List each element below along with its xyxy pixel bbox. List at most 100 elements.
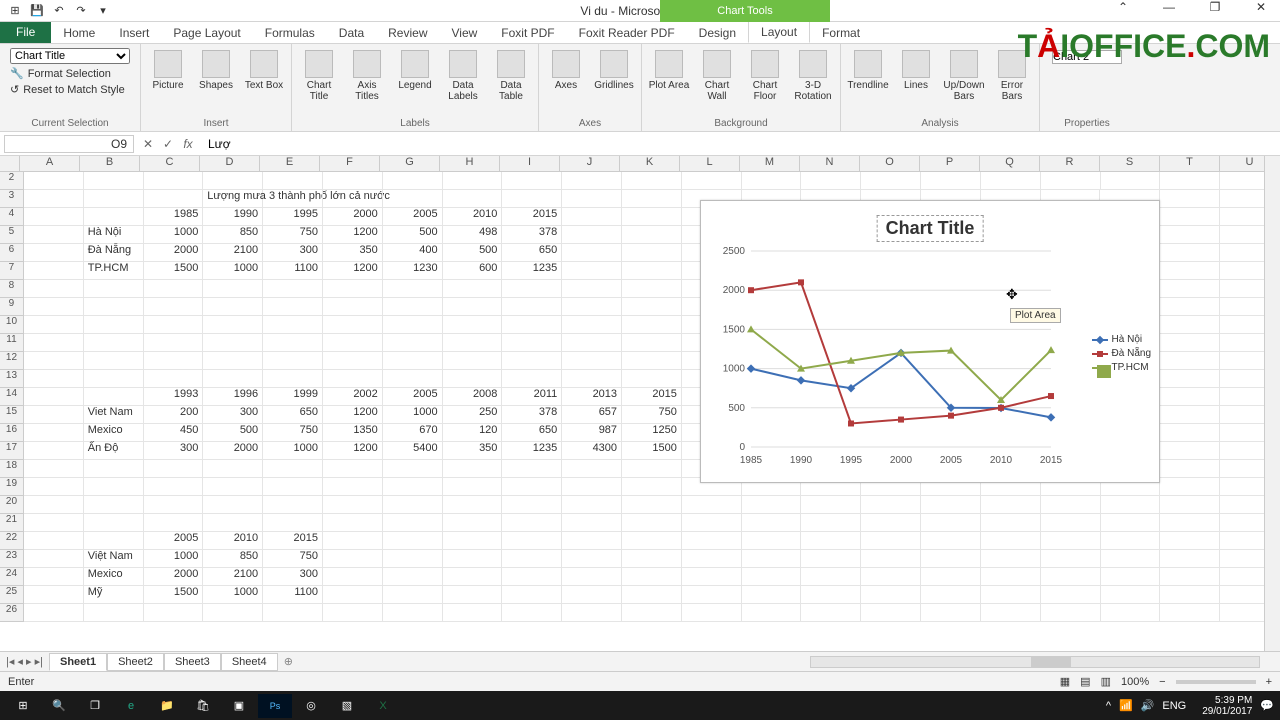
- cell[interactable]: 1000: [263, 442, 323, 460]
- cell[interactable]: 2002: [323, 388, 383, 406]
- cell[interactable]: 850: [203, 550, 263, 568]
- cell[interactable]: [622, 190, 682, 208]
- cell[interactable]: [443, 316, 503, 334]
- cell[interactable]: [801, 172, 861, 190]
- cell[interactable]: [1160, 388, 1220, 406]
- ribbon-picture-button[interactable]: Picture: [147, 50, 189, 91]
- row-header[interactable]: 10: [0, 316, 24, 334]
- ribbon-chart-floor-button[interactable]: Chart Floor: [744, 50, 786, 102]
- cell[interactable]: [84, 532, 144, 550]
- cell[interactable]: 2000: [323, 208, 383, 226]
- cancel-icon[interactable]: ✕: [140, 137, 156, 151]
- cell[interactable]: 1500: [144, 262, 204, 280]
- cell[interactable]: [682, 586, 742, 604]
- cell[interactable]: [443, 568, 503, 586]
- cell[interactable]: [502, 352, 562, 370]
- cell[interactable]: [981, 172, 1041, 190]
- cell[interactable]: [263, 334, 323, 352]
- redo-icon[interactable]: ↷: [72, 2, 90, 20]
- cell[interactable]: [443, 172, 503, 190]
- cell[interactable]: [502, 586, 562, 604]
- minimize-button[interactable]: —: [1154, 0, 1184, 14]
- cell[interactable]: 2011: [502, 388, 562, 406]
- cell[interactable]: [1041, 568, 1101, 586]
- cell[interactable]: 1993: [144, 388, 204, 406]
- cell[interactable]: [1160, 514, 1220, 532]
- cell[interactable]: [502, 496, 562, 514]
- cell[interactable]: 2000: [144, 244, 204, 262]
- cell[interactable]: [562, 334, 622, 352]
- cell[interactable]: [144, 280, 204, 298]
- network-icon[interactable]: 📶: [1119, 699, 1133, 712]
- zoom-level[interactable]: 100%: [1121, 676, 1149, 688]
- cell[interactable]: [383, 280, 443, 298]
- cell[interactable]: [144, 370, 204, 388]
- cell[interactable]: [443, 604, 503, 622]
- cell[interactable]: [622, 370, 682, 388]
- zoom-in-icon[interactable]: +: [1266, 676, 1272, 688]
- cell[interactable]: 1230: [383, 262, 443, 280]
- formula-input[interactable]: [206, 136, 1280, 152]
- sheet-tab[interactable]: Sheet2: [107, 653, 164, 671]
- cell[interactable]: 200: [144, 406, 204, 424]
- tab-review[interactable]: Review: [376, 23, 439, 43]
- cell[interactable]: [622, 586, 682, 604]
- cell[interactable]: 1500: [144, 586, 204, 604]
- cell[interactable]: [203, 514, 263, 532]
- cell[interactable]: [24, 352, 84, 370]
- cell[interactable]: [24, 262, 84, 280]
- cell[interactable]: 1235: [502, 442, 562, 460]
- cell[interactable]: [323, 172, 383, 190]
- zoom-out-icon[interactable]: −: [1159, 676, 1165, 688]
- cell[interactable]: 1250: [622, 424, 682, 442]
- cell[interactable]: [443, 334, 503, 352]
- tab-format[interactable]: Format: [810, 23, 872, 43]
- cell[interactable]: [443, 280, 503, 298]
- cell[interactable]: [622, 352, 682, 370]
- cell[interactable]: [921, 514, 981, 532]
- notification-icon[interactable]: 💬: [1260, 699, 1274, 712]
- cell[interactable]: [1101, 496, 1161, 514]
- cell[interactable]: [682, 496, 742, 514]
- maximize-button[interactable]: ❐: [1200, 0, 1230, 14]
- cell[interactable]: [861, 568, 921, 586]
- cell[interactable]: [24, 226, 84, 244]
- cell[interactable]: [443, 586, 503, 604]
- cell[interactable]: [383, 370, 443, 388]
- cell[interactable]: [263, 514, 323, 532]
- cell[interactable]: [622, 568, 682, 586]
- cell[interactable]: [443, 298, 503, 316]
- qat-dropdown-icon[interactable]: ▾: [94, 2, 112, 20]
- row-header[interactable]: 8: [0, 280, 24, 298]
- cell[interactable]: [24, 244, 84, 262]
- cell[interactable]: [203, 604, 263, 622]
- cell[interactable]: 120: [443, 424, 503, 442]
- cell[interactable]: [562, 298, 622, 316]
- cell[interactable]: [562, 280, 622, 298]
- cell[interactable]: 1200: [323, 406, 383, 424]
- cell[interactable]: [263, 172, 323, 190]
- cell[interactable]: [24, 172, 84, 190]
- cell[interactable]: [921, 172, 981, 190]
- cell[interactable]: [1160, 316, 1220, 334]
- cell[interactable]: 2000: [203, 442, 263, 460]
- cell[interactable]: [1160, 604, 1220, 622]
- cell[interactable]: [144, 172, 204, 190]
- cell[interactable]: [263, 190, 323, 208]
- cell[interactable]: [1101, 568, 1161, 586]
- sheet-tab[interactable]: Sheet3: [164, 653, 221, 671]
- ribbon-axis-titles-button[interactable]: Axis Titles: [346, 50, 388, 102]
- cell[interactable]: [84, 208, 144, 226]
- cell[interactable]: [921, 532, 981, 550]
- search-icon[interactable]: 🔍: [42, 694, 76, 718]
- cell[interactable]: [84, 280, 144, 298]
- cell[interactable]: 2100: [203, 568, 263, 586]
- cell[interactable]: [1160, 568, 1220, 586]
- cell[interactable]: 350: [443, 442, 503, 460]
- row-header[interactable]: 14: [0, 388, 24, 406]
- cell[interactable]: [323, 496, 383, 514]
- language-indicator[interactable]: ENG: [1162, 700, 1186, 712]
- cell[interactable]: Ấn Độ: [84, 442, 144, 460]
- enter-icon[interactable]: ✓: [160, 137, 176, 151]
- cell[interactable]: Lượng mưa 3 thành phố lớn cả nước: [203, 190, 263, 208]
